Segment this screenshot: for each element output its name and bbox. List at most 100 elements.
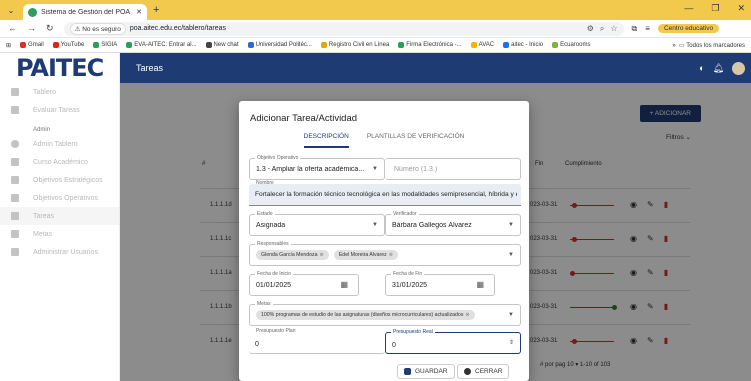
responsable-chip[interactable]: Edel Moreira Alvarez ⊗ [333, 250, 399, 260]
restore-icon[interactable]: ❐ [711, 3, 719, 14]
fecha-fin-input[interactable]: Fecha de Fin 31/01/2025 ▦ [385, 271, 495, 296]
field-value: 1.3 - Ampliar la oferta académica... [256, 166, 365, 173]
gmail-icon [20, 42, 27, 48]
dropdown-arrow-icon: ▼ [372, 166, 378, 172]
bookmark-registro-civil[interactable]: Registro Civil en Línea [320, 42, 390, 48]
bookmark-avac[interactable]: AVAC [470, 42, 494, 48]
chat-icon [205, 42, 212, 48]
bookmark-label: New chat [213, 42, 239, 48]
cancel-button[interactable]: CERRAR [457, 364, 510, 379]
responsables-select[interactable]: Responsables Glenda García Mendoza ⊗ Edel… [249, 241, 521, 266]
bookmark-sigia[interactable]: SIGIA [93, 42, 117, 48]
new-tab-plus-icon[interactable]: + [153, 4, 159, 16]
verificador-select[interactable]: Verificador Bárbara Gallegos Álvarez ▼ [385, 211, 521, 236]
security-badge[interactable]: ⚠ No es seguro [69, 22, 126, 35]
flag-icon [11, 230, 19, 238]
tab-descripcion[interactable]: DESCRIPCIÓN [303, 133, 349, 148]
sidebar-item-metas[interactable]: Metas [0, 225, 119, 243]
numero-input[interactable]: Número (1.3.) [385, 158, 521, 180]
avatar[interactable] [732, 61, 745, 75]
presupuesto-plan-input[interactable]: Presupuesto Plan 0 [249, 328, 385, 354]
sidebar-item-usuarios[interactable]: Administrar Usuarios [0, 243, 119, 261]
field-value: 0 [255, 341, 259, 348]
sidebar-item-curso[interactable]: Curso Académico [0, 153, 119, 171]
bookmark-universidad[interactable]: Universidad Politéc... [247, 42, 312, 48]
field-value: Bárbara Gallegos Álvarez [392, 222, 472, 229]
bookmark-label: Registro Civil en Línea [328, 42, 390, 48]
tab-plantillas[interactable]: PLANTILLAS DE VERIFICACIÓN [367, 133, 465, 148]
objetivo-operativo-select[interactable]: Objetivo Operativo 1.3 - Ampliar la ofer… [249, 155, 385, 180]
browser-tab[interactable]: Sistema de Gestión del POA ✕ [23, 4, 147, 20]
add-task-dialog: Adicionar Tarea/Actividad DESCRIPCIÓN PL… [239, 101, 529, 381]
close-window-icon[interactable]: ✕ [737, 3, 745, 14]
registro-icon [320, 42, 327, 48]
presupuesto-real-input[interactable]: Presupuesto Real 0 ⇕ [385, 329, 521, 354]
bookmark-youtube[interactable]: YouTube [52, 42, 84, 48]
metas-select[interactable]: Metas 100% programas de estudio de las a… [249, 301, 521, 326]
chip-remove-icon[interactable]: ⊗ [465, 312, 469, 318]
tab-search-chevron-icon[interactable]: ⌄ [4, 3, 18, 17]
nombre-input[interactable]: Nombre Fortalecer la formación técnico t… [249, 180, 521, 206]
save-button[interactable]: GUARDAR [397, 364, 455, 379]
sidebar-item-label: Tablero [33, 88, 56, 96]
number-spinner-icon[interactable]: ⇕ [509, 339, 514, 346]
sidebar-item-obj-operativos[interactable]: Objetivos Operativos [0, 189, 119, 207]
theme-toggle-icon[interactable]: ◐ [699, 63, 704, 73]
minimize-icon[interactable]: — [684, 3, 693, 14]
zoom-icon[interactable]: ⌕ [600, 24, 604, 34]
sidebar-item-tablero[interactable]: Tablero [0, 83, 119, 101]
reload-icon[interactable]: ↻ [46, 23, 54, 34]
responsable-chip[interactable]: Glenda García Mendoza ⊗ [256, 250, 329, 260]
star-icon[interactable]: ☆ [610, 24, 617, 34]
calendar-icon[interactable]: ▦ [340, 280, 348, 289]
bookmark-firma[interactable]: Firma Electrónica -... [398, 42, 462, 48]
youtube-icon [52, 42, 59, 48]
meta-chip[interactable]: 100% programas de estudio de las asignat… [256, 310, 475, 320]
chip-remove-icon[interactable]: ⊗ [320, 252, 324, 258]
sidebar-section-caption: Admin [33, 127, 51, 133]
extensions-icon[interactable]: ⧉ [632, 24, 638, 34]
bookmark-label: Firma Electrónica -... [406, 42, 462, 48]
back-arrow-icon[interactable]: ← [8, 23, 17, 34]
bookmark-label: EVA-AITEC: Entrar al... [134, 42, 197, 48]
sidebar-item-label: Admin Tablero [33, 140, 78, 148]
chip-remove-icon[interactable]: ⊗ [389, 252, 393, 258]
all-bookmarks-label: Todos los marcadores [686, 42, 745, 49]
field-label: Presupuesto Real [391, 329, 435, 335]
all-bookmarks[interactable]: » ▭ Todos los marcadores [672, 42, 745, 49]
fecha-inicio-input[interactable]: Fecha de Inicio 01/01/2025 ▦ [249, 271, 359, 296]
sidebar-item-label: Objetivos Operativos [33, 194, 98, 202]
forward-arrow-icon[interactable]: → [27, 23, 36, 34]
address-bar[interactable]: ⚠ No es seguro poa.aitec.edu.ec/tablero/… [63, 21, 624, 36]
sidebar: PAITEC ‹ Tablero Evaluar Tareas Admin Ad… [0, 53, 176, 381]
bookmark-gmail[interactable]: Gmail [20, 42, 44, 48]
browser-toolbar: ← → ↻ ⚠ No es seguro poa.aitec.edu.ec/ta… [0, 20, 751, 38]
dialog-title: Adicionar Tarea/Actividad [250, 113, 358, 124]
bookmarks-bar: ⊞ Gmail YouTube SIGIA EVA-AITEC: Entrar … [0, 38, 751, 53]
apps-grid-icon[interactable]: ⊞ [6, 42, 11, 49]
bookmark-new-chat[interactable]: New chat [205, 42, 239, 48]
close-tab-icon[interactable]: ✕ [136, 8, 142, 16]
field-label: Metas [255, 301, 273, 307]
sidebar-item-label: Curso Académico [33, 158, 88, 166]
calendar-icon[interactable]: ▦ [476, 280, 484, 289]
list-icon [11, 176, 19, 184]
cancel-label: CERRAR [475, 368, 503, 375]
notifications-bell-icon[interactable]: 🔔︎ [713, 63, 724, 74]
reading-list-icon[interactable]: ≡ [645, 24, 650, 33]
sidebar-item-obj-estrategicos[interactable]: Objetivos Estratégicos [0, 171, 119, 189]
translate-icon[interactable]: ⚙ [587, 24, 594, 34]
sidebar-item-evaluar[interactable]: Evaluar Tareas [0, 101, 119, 119]
bookmark-eva[interactable]: EVA-AITEC: Entrar al... [126, 42, 197, 48]
sidebar-item-tareas[interactable]: Tareas [0, 207, 119, 225]
field-value: Asignada [256, 222, 286, 229]
bookmark-aitec[interactable]: aitec - Inicio [503, 42, 543, 48]
field-label: Estado [255, 211, 275, 217]
dropdown-arrow-icon: ▼ [508, 312, 514, 318]
sidebar-item-admin-tablero[interactable]: Admin Tablero [0, 135, 119, 153]
toolbar-right: ⧉ ≡ Centro educativo [632, 24, 720, 34]
bookmark-ecuarooms[interactable]: Ecuarooms [552, 42, 590, 48]
field-label: Nombre [256, 180, 274, 186]
profile-button[interactable]: Centro educativo [657, 24, 720, 33]
estado-select[interactable]: Estado Asignada ▼ [249, 211, 385, 236]
